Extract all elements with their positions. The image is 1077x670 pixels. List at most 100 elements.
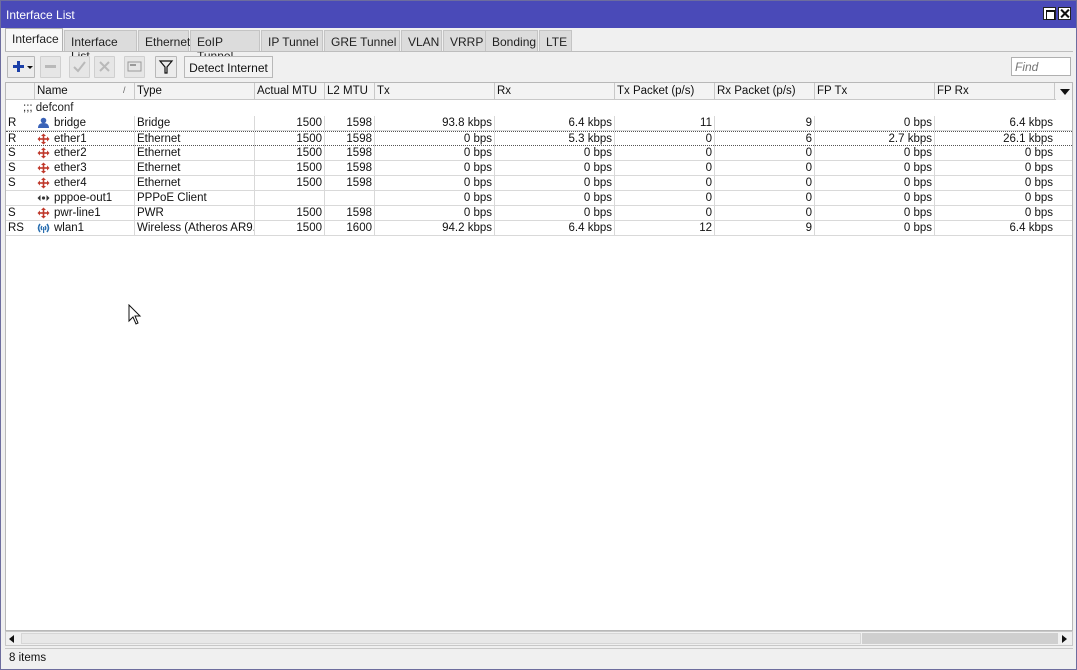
table-row[interactable]: Rether1 Ethernet 1500 1598 0 bps 5.3 kbps 0 6 2.… xyxy=(6,131,1072,146)
tab-ethernet[interactable]: Ethernet xyxy=(138,30,190,51)
disable-button[interactable] xyxy=(94,56,115,78)
cell-fp-rx: 26.1 kbps xyxy=(1003,133,1053,145)
enable-button[interactable] xyxy=(69,56,90,78)
cell-l2-mtu xyxy=(325,191,375,205)
cell-tx-packet: 11 xyxy=(615,116,715,130)
cell-type: Ethernet xyxy=(135,132,255,146)
scroll-right-icon[interactable] xyxy=(1062,635,1067,643)
column-header-fp-tx[interactable]: FP Tx xyxy=(815,83,935,100)
cell-fp-rx: 0 bps xyxy=(1024,162,1053,174)
tab-lte[interactable]: LTE xyxy=(539,30,572,51)
column-header-actual-mtu[interactable]: Actual MTU xyxy=(255,83,325,100)
cell-actual-mtu: 1500 xyxy=(255,206,325,220)
disable-icon xyxy=(99,61,110,72)
table-row[interactable]: Spwr-line1 PWR 1500 1598 0 bps 0 bps 0 0 0 bps 0 … xyxy=(6,206,1072,221)
cell-l2-mtu: 1598 xyxy=(325,146,375,160)
cell-rx-packet: 0 xyxy=(715,146,815,160)
column-header-rx-packet-p-s[interactable]: Rx Packet (p/s) xyxy=(715,83,815,100)
tab-gre-tunnel[interactable]: GRE Tunnel xyxy=(324,30,400,51)
cell-l2-mtu: 1600 xyxy=(325,221,375,235)
cell-rx-packet: 0 xyxy=(715,176,815,190)
cell-fp-rx: 6.4 kbps xyxy=(1009,117,1053,129)
tab-vrrp[interactable]: VRRP xyxy=(443,30,487,51)
cell-actual-mtu: 1500 xyxy=(255,161,325,175)
detect-internet-button[interactable]: Detect Internet xyxy=(184,56,273,78)
column-header-flags[interactable] xyxy=(6,83,35,100)
tab-eoip-tunnel[interactable]: EoIP Tunnel xyxy=(190,30,260,63)
column-header-fp-rx[interactable]: FP Rx xyxy=(935,83,1055,100)
cell-rx: 0 bps xyxy=(495,191,615,205)
table-row[interactable]: Rbridge Bridge 1500 1598 93.8 kbps 6.4 kbps 11… xyxy=(6,116,1072,131)
add-icon xyxy=(13,61,33,72)
cell-tx-packet: 0 xyxy=(615,161,715,175)
cell-rx-packet: 9 xyxy=(715,116,815,130)
column-header-type[interactable]: Type xyxy=(135,83,255,100)
ethernet-icon xyxy=(37,177,50,189)
table-row[interactable]: Sether2 Ethernet 1500 1598 0 bps 0 bps 0 0 0 bps… xyxy=(6,146,1072,161)
cell-fp-tx: 0 bps xyxy=(815,191,935,205)
table-row[interactable]: RS wlan1 Wireless (Atheros AR9... 1500 1600 9… xyxy=(6,221,1072,236)
table-row[interactable]: Sether4 Ethernet 1500 1598 0 bps 0 bps 0 0 0 bps… xyxy=(6,176,1072,191)
tab-ip-tunnel[interactable]: IP Tunnel xyxy=(261,30,323,51)
table-row[interactable]: Sether3 Ethernet 1500 1598 0 bps 0 bps 0 0 0 bps… xyxy=(6,161,1072,176)
column-header-l2-mtu[interactable]: L2 MTU xyxy=(325,83,375,100)
cell-name: ether1 xyxy=(52,132,135,146)
cell-type: Ethernet xyxy=(135,146,255,160)
ethernet-icon xyxy=(37,133,50,145)
horizontal-scrollbar[interactable] xyxy=(5,631,1073,646)
cell-rx: 0 bps xyxy=(495,146,615,160)
cell-name: pwr-line1 xyxy=(52,206,135,220)
cell-l2-mtu: 1598 xyxy=(325,206,375,220)
cell-l2-mtu: 1598 xyxy=(325,176,375,190)
find-input[interactable] xyxy=(1011,57,1071,76)
tab-vlan[interactable]: VLAN xyxy=(401,30,442,51)
cell-fp-rx: 0 bps xyxy=(1024,192,1053,204)
add-button[interactable] xyxy=(7,56,35,78)
column-header-tx[interactable]: Tx xyxy=(375,83,495,100)
row-flags xyxy=(6,191,35,205)
cell-fp-tx: 0 bps xyxy=(815,221,935,235)
close-icon[interactable] xyxy=(1058,7,1071,20)
cell-tx: 0 bps xyxy=(375,146,495,160)
window-title: Interface List xyxy=(6,8,75,22)
cell-name: ether3 xyxy=(52,161,135,175)
cell-actual-mtu: 1500 xyxy=(255,132,325,146)
scroll-track[interactable] xyxy=(862,633,1058,644)
scroll-left-icon[interactable] xyxy=(9,635,14,643)
ethernet-icon xyxy=(37,162,50,174)
filter-icon xyxy=(158,60,174,74)
title-bar[interactable]: Interface List xyxy=(1,1,1076,28)
comment-button[interactable] xyxy=(124,56,145,78)
remove-button[interactable] xyxy=(40,56,61,78)
filter-button[interactable] xyxy=(155,56,177,78)
table-row[interactable]: pppoe-out1 PPPoE Client 0 bps 0 bps 0 0 0 bps 0… xyxy=(6,191,1072,206)
tab-interface[interactable]: Interface xyxy=(5,28,63,51)
maximize-icon[interactable] xyxy=(1043,7,1056,20)
table-header: Name Type Actual MTU L2 MTU Tx Rx Tx Packet (p… xyxy=(6,83,1072,100)
comment-icon xyxy=(127,61,142,72)
cell-fp-rx: 0 bps xyxy=(1024,207,1053,219)
cell-fp-rx: 6.4 kbps xyxy=(1009,222,1053,234)
column-menu-icon[interactable] xyxy=(1056,83,1072,100)
cell-tx-packet: 12 xyxy=(615,221,715,235)
comment-row: ;;; defconf xyxy=(23,102,74,114)
cell-tx-packet: 0 xyxy=(615,176,715,190)
cell-fp-tx: 2.7 kbps xyxy=(815,132,935,146)
tab-bonding[interactable]: Bonding xyxy=(485,30,538,51)
cell-rx-packet: 0 xyxy=(715,191,815,205)
column-header-rx[interactable]: Rx xyxy=(495,83,615,100)
cell-tx: 93.8 kbps xyxy=(375,116,495,130)
cell-type: PWR xyxy=(135,206,255,220)
row-flags: R xyxy=(8,117,17,129)
cell-rx: 0 bps xyxy=(495,176,615,190)
wireless-icon xyxy=(37,223,50,233)
scroll-thumb[interactable] xyxy=(21,633,861,644)
column-header-name[interactable]: Name xyxy=(35,83,135,100)
sort-indicator-icon: / xyxy=(123,85,126,95)
tab-interface-list[interactable]: Interface List xyxy=(64,30,137,63)
cell-tx: 0 bps xyxy=(375,161,495,175)
cell-actual-mtu: 1500 xyxy=(255,221,325,235)
cell-name: wlan1 xyxy=(52,221,135,235)
column-header-tx-packet-p-s[interactable]: Tx Packet (p/s) xyxy=(615,83,715,100)
cell-actual-mtu: 1500 xyxy=(255,116,325,130)
